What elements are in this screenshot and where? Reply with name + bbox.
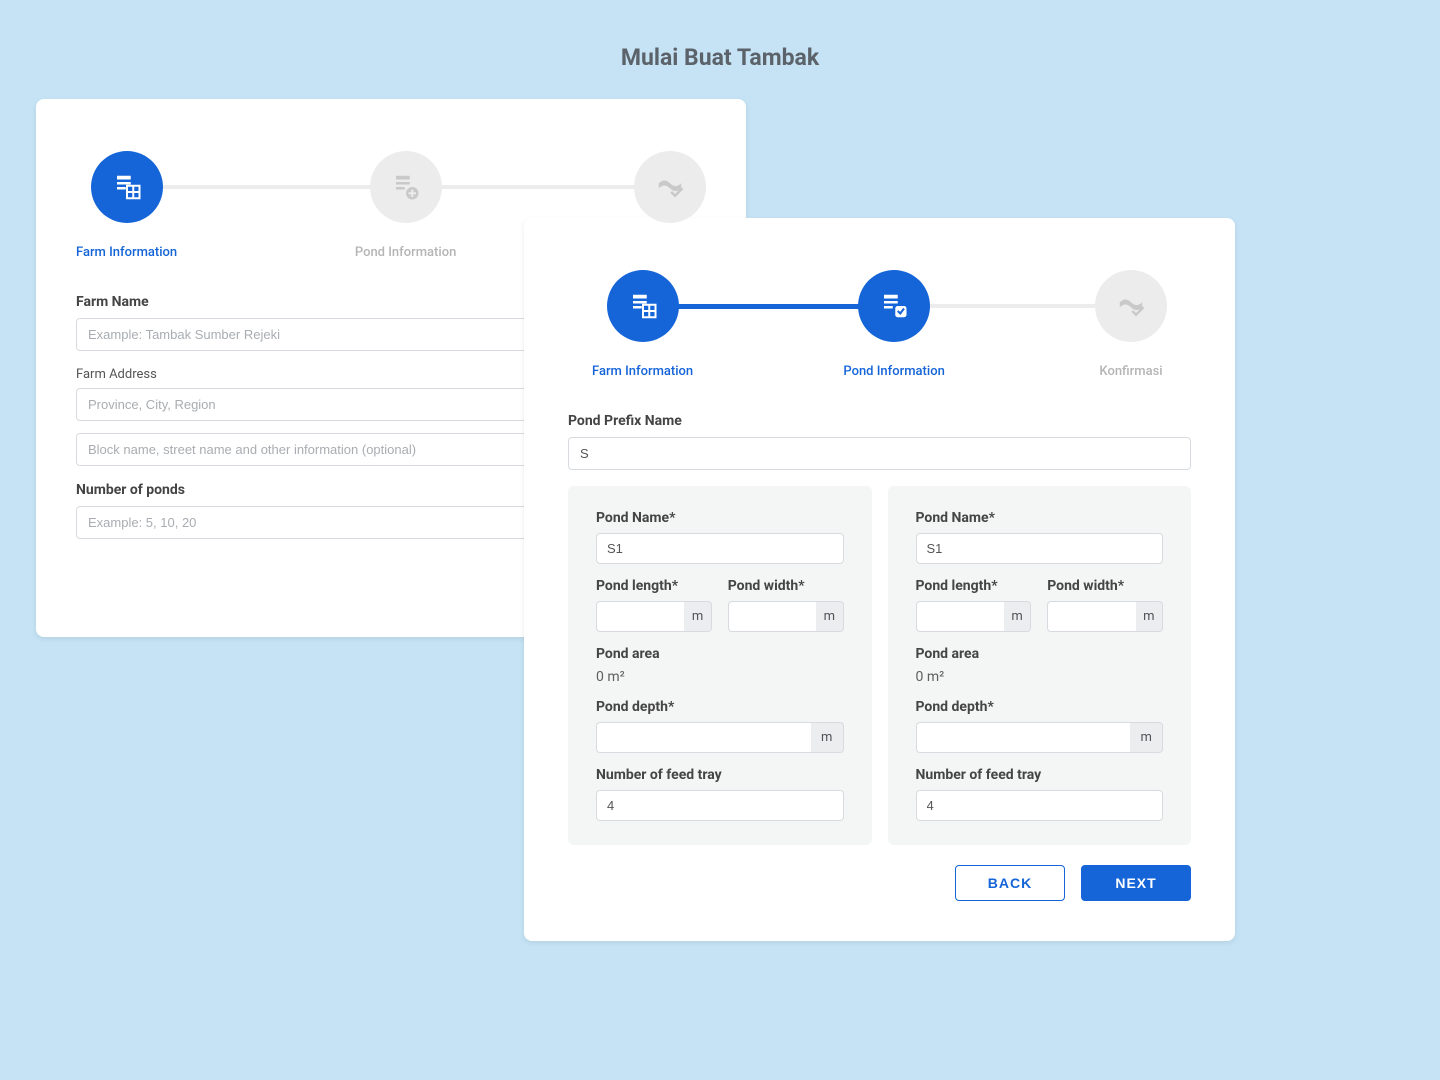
unit-meter: m: [811, 722, 844, 753]
unit-meter: m: [816, 601, 843, 632]
pond-area-value: 0 m²: [916, 669, 1164, 685]
step-farm-info: Farm Information: [592, 270, 693, 379]
pond-name-label: Pond Name*: [596, 510, 844, 526]
step-line: [915, 304, 1125, 308]
pond-length-label: Pond length*: [596, 578, 712, 594]
pond-area-label: Pond area: [916, 646, 1164, 662]
pond-width-label: Pond width*: [1047, 578, 1163, 594]
feed-tray-label: Number of feed tray: [916, 767, 1164, 783]
pond-cards-row: Pond Name* Pond length* m Pond width* m: [568, 486, 1191, 845]
pond-length-input[interactable]: [916, 601, 1004, 632]
step-line: [426, 185, 664, 189]
unit-meter: m: [1136, 601, 1163, 632]
pond-area-label: Pond area: [596, 646, 844, 662]
step-label: Farm Information: [76, 245, 177, 260]
step-confirm: [634, 151, 706, 245]
pond-depth-label: Pond depth*: [916, 699, 1164, 715]
pond-depth-input[interactable]: [596, 722, 811, 753]
pond-width-input[interactable]: [728, 601, 816, 632]
step-line: [147, 185, 385, 189]
pond-length-input[interactable]: [596, 601, 684, 632]
pond-card: Pond Name* Pond length* m Pond width* m: [568, 486, 872, 845]
step-confirm: Konfirmasi: [1095, 270, 1167, 379]
page-title: Mulai Buat Tambak: [0, 0, 1440, 71]
pond-depth-label: Pond depth*: [596, 699, 844, 715]
farm-list-icon: [607, 270, 679, 342]
feed-tray-label: Number of feed tray: [596, 767, 844, 783]
unit-meter: m: [684, 601, 711, 632]
pond-prefix-label: Pond Prefix Name: [568, 413, 1191, 429]
pond-list-icon: [370, 151, 442, 223]
pond-prefix-input[interactable]: [568, 437, 1191, 470]
step-line: [663, 304, 873, 309]
feed-tray-input[interactable]: [916, 790, 1164, 821]
confirm-icon: [1095, 270, 1167, 342]
next-button[interactable]: NEXT: [1081, 865, 1191, 901]
back-button[interactable]: BACK: [955, 865, 1065, 901]
feed-tray-input[interactable]: [596, 790, 844, 821]
pond-depth-input[interactable]: [916, 722, 1131, 753]
pond-length-label: Pond length*: [916, 578, 1032, 594]
stepper: Farm Information Pond Information Konfir…: [568, 270, 1191, 379]
pond-name-input[interactable]: [916, 533, 1164, 564]
card-pond-information: Farm Information Pond Information Konfir…: [524, 218, 1235, 941]
pond-area-value: 0 m²: [596, 669, 844, 685]
pond-width-label: Pond width*: [728, 578, 844, 594]
pond-name-input[interactable]: [596, 533, 844, 564]
step-pond-info: Pond Information: [355, 151, 456, 260]
step-farm-info: Farm Information: [76, 151, 177, 260]
step-label: Konfirmasi: [1099, 364, 1162, 379]
pond-width-input[interactable]: [1047, 601, 1135, 632]
pond-name-label: Pond Name*: [916, 510, 1164, 526]
step-pond-info: Pond Information: [843, 270, 944, 379]
unit-meter: m: [1004, 601, 1031, 632]
step-label: Farm Information: [592, 364, 693, 379]
farm-list-icon: [91, 151, 163, 223]
unit-meter: m: [1130, 722, 1163, 753]
pond-list-icon: [858, 270, 930, 342]
step-label: Pond Information: [843, 364, 944, 379]
confirm-icon: [634, 151, 706, 223]
step-label: Pond Information: [355, 245, 456, 260]
pond-card: Pond Name* Pond length* m Pond width* m: [888, 486, 1192, 845]
